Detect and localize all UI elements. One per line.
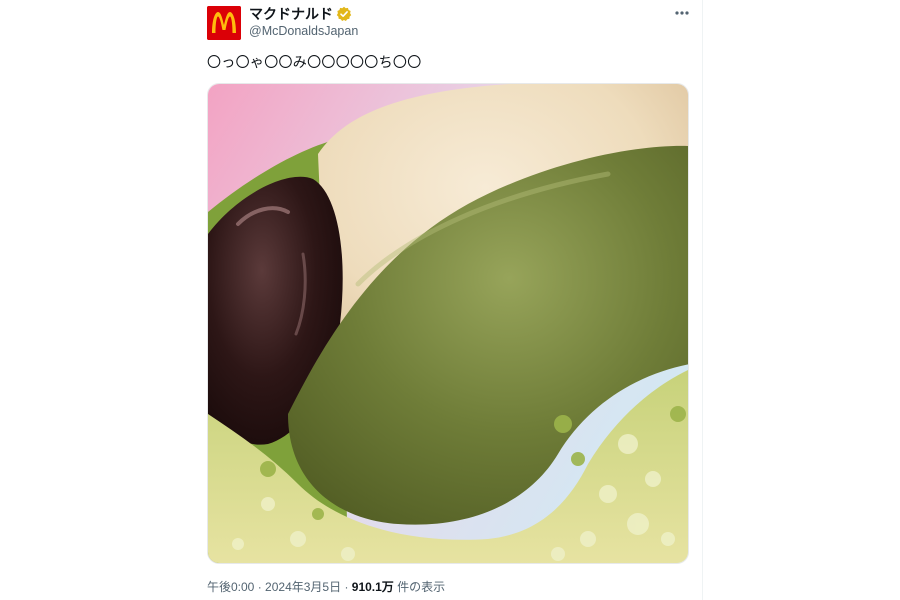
mcdonalds-logo-icon (207, 6, 241, 40)
post-text: 〇っ〇ゃ〇〇み〇〇〇〇〇ち〇〇 (207, 54, 422, 70)
meta-separator: · (257, 580, 262, 594)
tweet-card: マクドナルド @McDonaldsJapan 〇っ〇ゃ〇〇み〇〇〇〇〇ち〇〇 午… (193, 0, 703, 600)
more-horizontal-icon (675, 11, 689, 15)
page: マクドナルド @McDonaldsJapan 〇っ〇ゃ〇〇み〇〇〇〇〇ち〇〇 午… (0, 0, 900, 600)
verified-badge-icon (336, 6, 352, 22)
author-handle[interactable]: @McDonaldsJapan (249, 24, 358, 39)
matcha-dessert-closeup-photo (208, 84, 688, 563)
views-count: 910.1万 (351, 580, 394, 594)
post-meta: 午後0:00 · 2024年3月5日 · 910.1万 件の表示 (207, 580, 445, 595)
meta-separator: · (344, 580, 349, 594)
more-options-button[interactable] (671, 4, 693, 22)
views-label: 件の表示 (397, 580, 446, 594)
author-name-row: マクドナルド (249, 6, 352, 22)
avatar[interactable] (207, 6, 241, 40)
display-name[interactable]: マクドナルド (249, 6, 333, 22)
post-time[interactable]: 午後0:00 (207, 580, 254, 594)
post-date[interactable]: 2024年3月5日 (265, 580, 341, 594)
post-image[interactable] (207, 83, 689, 564)
